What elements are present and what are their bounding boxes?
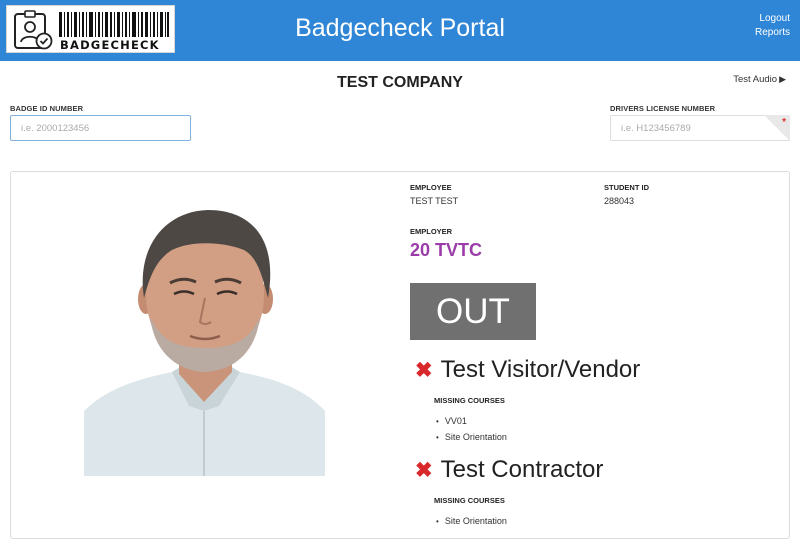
company-name: TEST COMPANY bbox=[337, 74, 463, 91]
course-name: Site Orientation bbox=[444, 432, 507, 442]
course-name: Site Orientation bbox=[444, 516, 507, 526]
fail-x-icon: ✖ bbox=[415, 459, 433, 482]
requirement-title: ✖ Test Visitor/Vendor bbox=[415, 356, 640, 384]
employee-label: EMPLOYEE bbox=[410, 183, 452, 192]
test-audio-button[interactable]: Test Audio ▶ bbox=[733, 74, 786, 85]
test-audio-label: Test Audio bbox=[733, 74, 778, 85]
requirement-title-text: Test Contractor bbox=[440, 456, 604, 483]
bullet-icon: • bbox=[436, 417, 439, 426]
top-header: BADGECHECK Badgecheck Portal Logout Repo… bbox=[0, 0, 800, 61]
drivers-license-label: DRIVERS LICENSE NUMBER bbox=[610, 104, 716, 113]
employer-value: 20 TVTC bbox=[410, 240, 483, 260]
fail-x-icon: ✖ bbox=[415, 359, 433, 382]
badge-id-input[interactable] bbox=[10, 115, 191, 141]
student-id-label: STUDENT ID bbox=[604, 183, 649, 192]
course-name: VV01 bbox=[444, 416, 467, 426]
employee-name: TEST TEST bbox=[410, 196, 459, 206]
requirement-title: ✖ Test Contractor bbox=[415, 456, 603, 484]
badge-id-label: BADGE ID NUMBER bbox=[10, 104, 84, 113]
course-list-item: • Site Orientation bbox=[436, 432, 507, 442]
portal-title: Badgecheck Portal bbox=[295, 14, 505, 42]
bullet-icon: • bbox=[436, 517, 439, 526]
bullet-icon: • bbox=[436, 433, 439, 442]
employee-photo bbox=[84, 206, 325, 476]
employer-label: EMPLOYER bbox=[410, 227, 453, 236]
course-list-item: • Site Orientation bbox=[436, 516, 507, 526]
student-id-value: 288043 bbox=[604, 196, 635, 206]
play-icon: ▶ bbox=[779, 74, 786, 84]
drivers-license-input[interactable] bbox=[610, 115, 790, 141]
requirement-title-text: Test Visitor/Vendor bbox=[440, 356, 641, 383]
logout-link[interactable]: Logout bbox=[759, 13, 790, 24]
missing-courses-label: MISSING COURSES bbox=[434, 496, 505, 505]
course-list-item: • VV01 bbox=[436, 416, 467, 426]
reports-link[interactable]: Reports bbox=[755, 27, 790, 38]
status-badge: OUT bbox=[410, 283, 536, 340]
missing-courses-label: MISSING COURSES bbox=[434, 396, 505, 405]
